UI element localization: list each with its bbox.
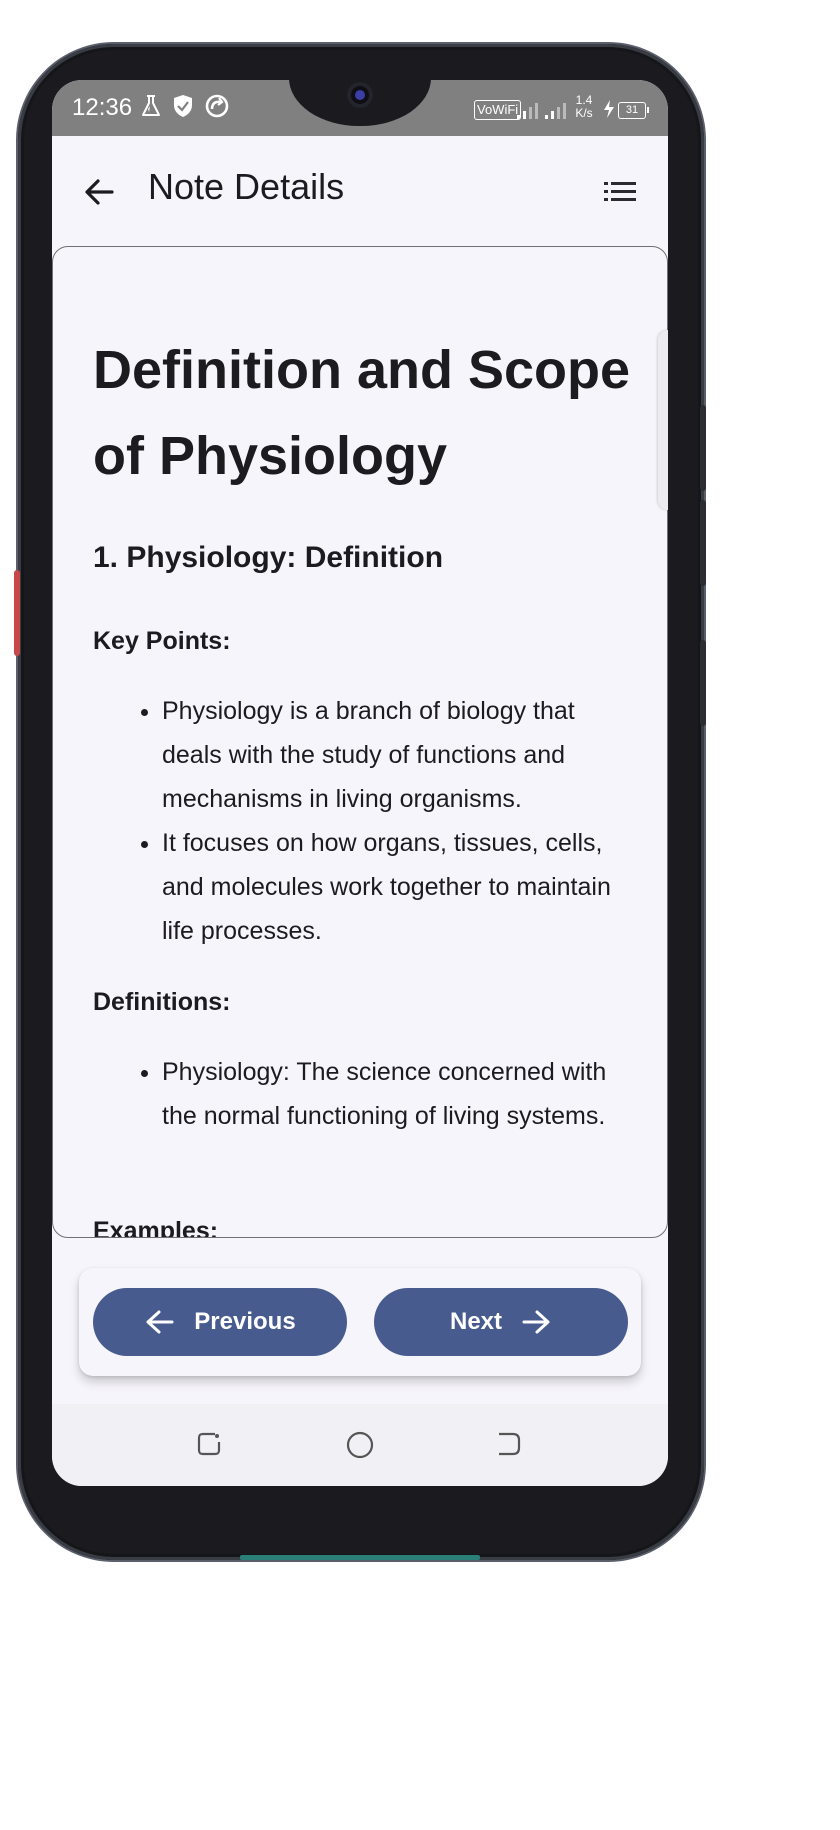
power-button — [700, 640, 706, 726]
arrow-left-icon — [146, 1310, 174, 1334]
next-label: Next — [449, 1308, 503, 1335]
network-speed: 1.4 K/s — [572, 94, 596, 120]
home-icon[interactable] — [345, 1430, 375, 1465]
charging-icon — [602, 97, 616, 121]
phone-frame-accent-bottom — [240, 1555, 480, 1560]
key-points-label: Key Points: — [93, 627, 231, 655]
battery-icon: 31 — [618, 98, 649, 122]
vowifi-label: VoWiFi — [474, 100, 522, 120]
edge-panel-handle[interactable] — [658, 330, 668, 510]
shield-icon — [172, 94, 194, 118]
definitions-label: Definitions: — [93, 988, 231, 1016]
list-item: Physiology is a branch of biology that d… — [162, 689, 632, 821]
note-content-card[interactable]: Definition and Scope of Physiology 1. Ph… — [52, 246, 668, 1238]
screen: 12:36 VoWiFi 1.4 K/s 31 Note Details Def… — [52, 80, 668, 1486]
network-speed-unit: K/s — [575, 106, 593, 120]
side-button-left — [14, 570, 20, 656]
navigation-bar: Previous Next — [79, 1268, 641, 1376]
arrow-right-icon — [522, 1310, 550, 1334]
previous-label: Previous — [194, 1308, 296, 1335]
page-title: Note Details — [148, 166, 345, 207]
next-button[interactable]: Next — [374, 1288, 628, 1356]
battery-level: 31 — [625, 103, 639, 116]
signal-icon-2 — [544, 98, 570, 122]
status-bar: 12:36 VoWiFi 1.4 K/s 31 — [52, 80, 668, 136]
status-time: 12:36 — [72, 94, 133, 121]
recent-apps-icon[interactable] — [195, 1430, 223, 1463]
note-title: Definition and Scope of Physiology — [93, 340, 631, 486]
sync-icon — [204, 94, 230, 118]
signal-icon-1 — [516, 98, 542, 122]
back-nav-icon[interactable] — [495, 1430, 523, 1463]
front-camera — [347, 82, 373, 108]
vowifi-icon: VoWiFi — [474, 98, 522, 122]
definitions-list: Physiology: The science concerned with t… — [93, 1050, 632, 1138]
previous-button[interactable]: Previous — [93, 1288, 347, 1356]
list-item: Physiology: The science concerned with t… — [162, 1050, 632, 1138]
section-heading: 1. Physiology: Definition — [93, 541, 444, 574]
examples-label: Examples: — [93, 1217, 219, 1238]
list-icon[interactable] — [602, 178, 638, 206]
system-navigation-bar — [52, 1404, 668, 1486]
volume-up-button — [700, 405, 706, 491]
arrow-left-icon[interactable] — [82, 174, 118, 210]
key-points-list: Physiology is a branch of biology that d… — [93, 689, 632, 953]
app-bar: Note Details — [52, 136, 668, 246]
list-item: It focuses on how organs, tissues, cells… — [162, 821, 632, 953]
flask-icon — [140, 94, 162, 118]
volume-down-button — [700, 500, 706, 586]
